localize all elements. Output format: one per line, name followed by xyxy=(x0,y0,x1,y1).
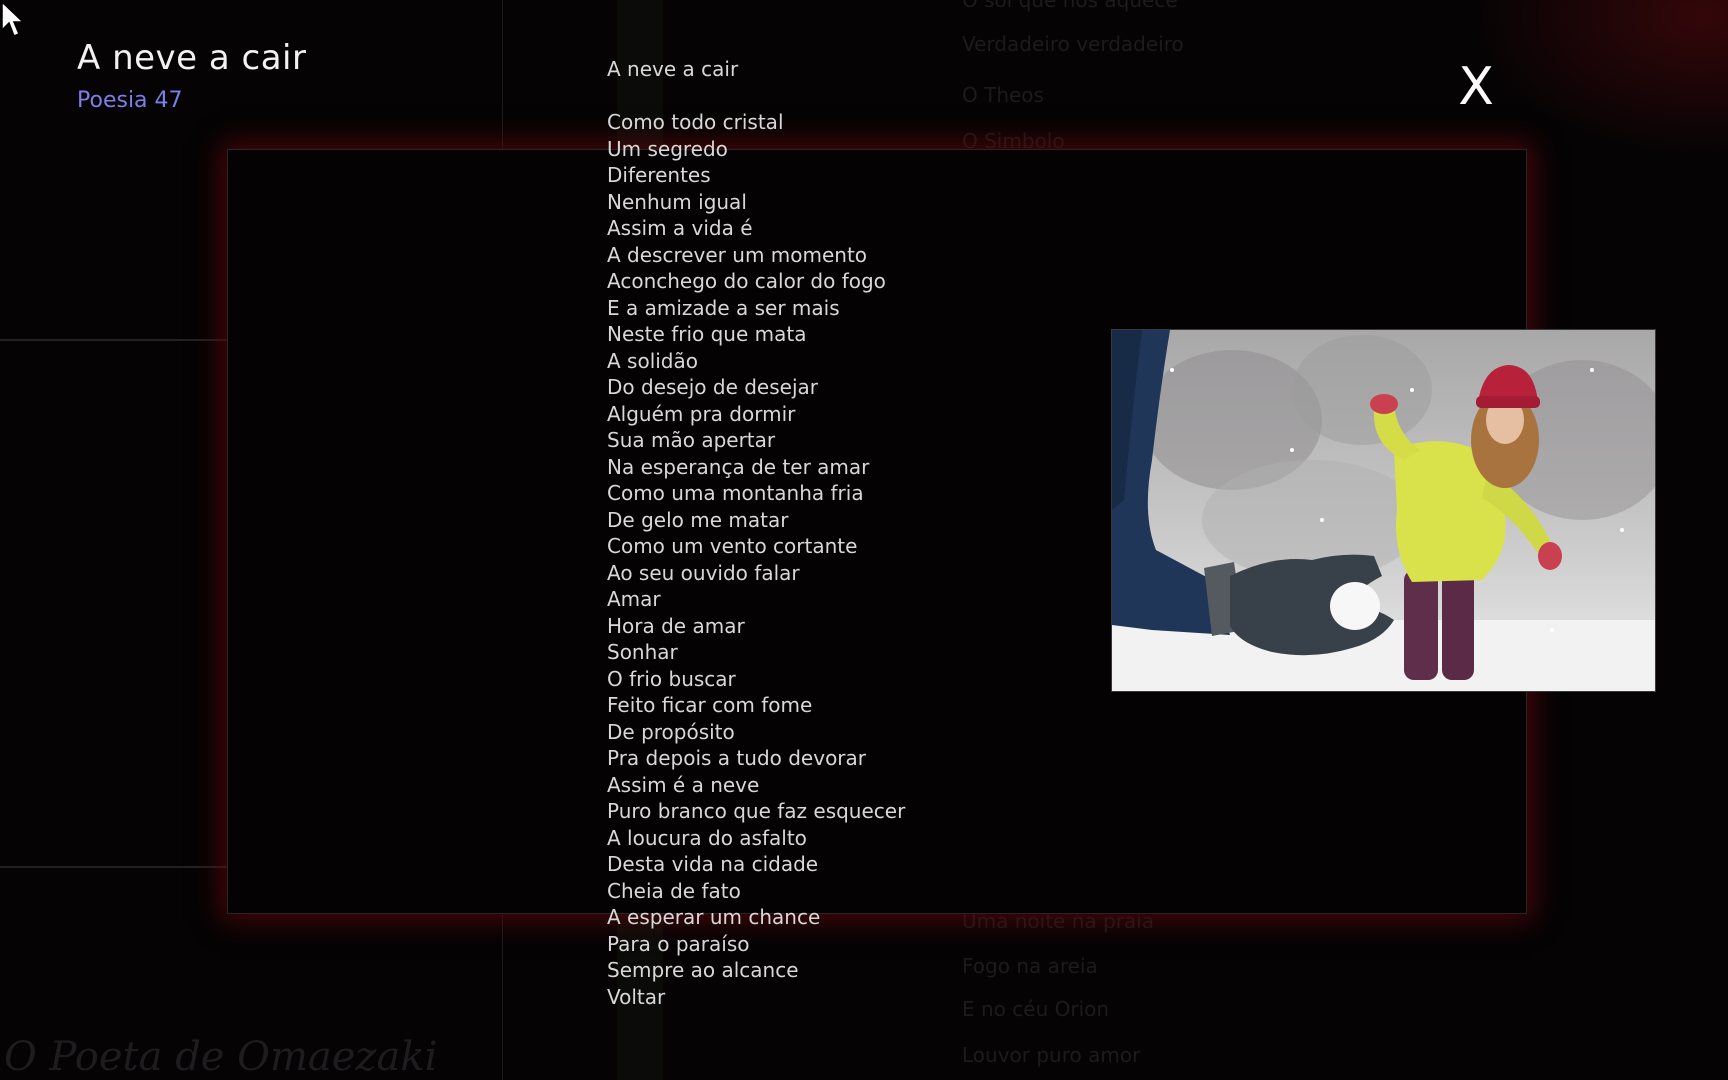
background-menu-item: Verdadeiro verdadeiro xyxy=(962,32,1184,56)
poem-line: Sua mão apertar xyxy=(607,428,776,452)
app-window: O sol que nos aquece Verdadeiro verdadei… xyxy=(0,0,1728,1080)
poem-illustration-image xyxy=(1111,329,1656,692)
poem-line: Alguém pra dormir xyxy=(607,401,796,426)
poem-line: Puro branco que faz esquecer xyxy=(607,799,906,823)
poem-line: Assim é a neve xyxy=(607,772,760,797)
poem-heading: A neve a cair xyxy=(607,57,739,81)
poem-line: Na esperança de ter amar xyxy=(607,454,870,479)
poem-line: A descrever um momento xyxy=(607,242,868,267)
poem-line: Amar xyxy=(607,587,661,611)
poem-text: A neve a cair Como todo cristal Um segre… xyxy=(607,56,1027,1010)
background-footer-title: O Poeta de Omaezaki xyxy=(4,1034,438,1080)
poem-line: Neste frio que mata xyxy=(607,322,807,346)
close-button[interactable]: X xyxy=(1454,56,1498,118)
background-menu-item: Louvor puro amor xyxy=(962,1043,1141,1067)
poem-line: Sonhar xyxy=(607,640,678,664)
poem-title: A neve a cair xyxy=(77,38,307,78)
poem-line: Como todo cristal xyxy=(607,110,784,134)
poem-line: Como um vento cortante xyxy=(607,534,858,558)
poem-line: Diferentes xyxy=(607,163,711,187)
poem-line: Nenhum igual xyxy=(607,189,747,214)
poem-line: Feito ficar com fome xyxy=(607,693,813,717)
poem-line: Desta vida na cidade xyxy=(607,852,819,876)
poem-line: A loucura do asfalto xyxy=(607,825,807,850)
poem-line: O frio buscar xyxy=(607,666,736,691)
back-link[interactable]: Voltar xyxy=(607,984,1027,1011)
arrow-pointer-icon xyxy=(1,0,25,37)
poem-number: Poesia 47 xyxy=(77,88,183,113)
close-icon: X xyxy=(1458,57,1494,117)
poem-line: De gelo me matar xyxy=(607,507,789,532)
background-glow xyxy=(1468,0,1728,160)
poem-line: Para o paraíso xyxy=(607,931,750,956)
poem-line: De propósito xyxy=(607,719,735,744)
poem-line: Do desejo de desejar xyxy=(607,375,818,399)
poem-line: Cheia de fato xyxy=(607,878,741,903)
poem-line: Aconchego do calor do fogo xyxy=(607,269,886,293)
poem-line: Hora de amar xyxy=(607,613,745,638)
poem-line: A esperar um chance xyxy=(607,905,821,929)
background-divider xyxy=(0,866,228,868)
poem-line: Um segredo xyxy=(607,136,728,161)
background-divider xyxy=(0,339,228,341)
poem-line: Assim a vida é xyxy=(607,216,753,240)
poem-line: A solidão xyxy=(607,348,698,373)
poem-line: Pra depois a tudo devorar xyxy=(607,746,867,770)
poem-line: Ao seu ouvido falar xyxy=(607,560,800,585)
poem-line: E a amizade a ser mais xyxy=(607,295,840,320)
poem-line: Como uma montanha fria xyxy=(607,481,864,505)
poem-line: Sempre ao alcance xyxy=(607,958,799,982)
background-menu-item: O sol que nos aquece xyxy=(962,0,1178,12)
